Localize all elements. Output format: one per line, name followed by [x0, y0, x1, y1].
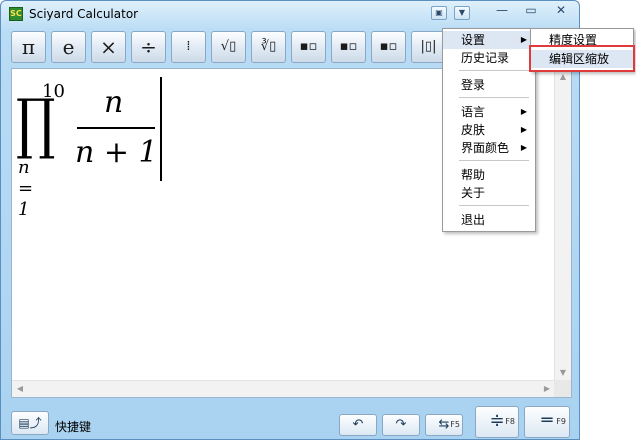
menu-item-login[interactable]: 登录 [443, 76, 535, 94]
menu-item-help[interactable]: 帮助 [443, 166, 535, 184]
scroll-right-icon[interactable]: ▶ [539, 381, 555, 397]
app-icon: SC [9, 7, 23, 21]
menu-item-settings[interactable]: 设置 ▶ [443, 31, 535, 49]
menu-item-language[interactable]: 语言 ▶ [443, 103, 535, 121]
submenu-arrow-icon: ▶ [520, 125, 527, 134]
redo-button[interactable]: ↷ [382, 414, 420, 436]
menu-item-skin[interactable]: 皮肤 ▶ [443, 121, 535, 139]
scroll-down-icon[interactable]: ▼ [555, 365, 571, 381]
scroll-left-icon[interactable]: ◀ [12, 381, 28, 397]
denominator: n + 1 [75, 135, 158, 170]
minimize-icon[interactable]: — [488, 2, 516, 20]
equals-icon: ═ [541, 410, 553, 431]
vertical-scrollbar[interactable]: ▲ ▼ [554, 69, 571, 381]
window-title: Sciyard Calculator [29, 7, 139, 21]
dropdown-icon[interactable]: ▼ [454, 6, 470, 20]
save-icon[interactable]: ▣ [431, 6, 447, 20]
menu-item-history[interactable]: 历史记录 [443, 49, 535, 67]
pi-button[interactable]: π [11, 31, 46, 63]
menu-item-label: 设置 [461, 33, 486, 47]
horizontal-scrollbar[interactable]: ◀ ▶ [12, 380, 555, 397]
menu-item-label: 界面颜色 [461, 141, 510, 155]
menu-item-label: 帮助 [461, 168, 486, 182]
menu-item-exit[interactable]: 退出 [443, 211, 535, 229]
submenu-arrow-icon: ▶ [520, 35, 527, 44]
f9-key-label: F9 [556, 417, 566, 426]
approx-f8-button[interactable]: ≑ F8 [475, 406, 519, 438]
maximize-icon[interactable]: ▭ [517, 2, 545, 20]
absolute-value-button[interactable]: |▯| [411, 31, 446, 63]
multiply-button[interactable]: × [91, 31, 126, 63]
menu-item-label: 登录 [461, 78, 486, 92]
e-constant-button[interactable]: e [51, 31, 86, 63]
equals-f9-button[interactable]: ═ F9 [524, 406, 570, 438]
swap-icon: ⇆ [438, 417, 450, 432]
square-root-button[interactable]: √▯ [211, 31, 246, 63]
fraction-button[interactable]: ⁞ [171, 31, 206, 63]
scroll-corner [554, 380, 571, 397]
submenu-arrow-icon: ▶ [520, 143, 527, 152]
highlight-annotation [529, 45, 635, 72]
text-cursor [160, 77, 162, 181]
nth-root-button[interactable]: ∛▯ [251, 31, 286, 63]
menu-item-label: 退出 [461, 213, 486, 227]
keyboard-shortcut-icon: ▤⤴ [18, 416, 42, 430]
main-menu: 设置 ▶ 历史记录 登录 语言 ▶ 皮肤 ▶ 界面颜色 ▶ 帮助 关于 退出 [442, 28, 536, 232]
undo-button[interactable]: ↶ [339, 414, 377, 436]
menu-item-interface-color[interactable]: 界面颜色 ▶ [443, 139, 535, 157]
fraction-eval-icon: ≑ [489, 410, 505, 431]
f8-key-label: F8 [505, 417, 515, 426]
shortcut-label: 快捷键 [55, 420, 92, 434]
menu-item-label: 语言 [461, 105, 486, 119]
shortcut-keys-button[interactable]: ▤⤴ [11, 411, 49, 435]
menu-divider [459, 70, 529, 71]
subscript-button[interactable]: ▪▫ [331, 31, 366, 63]
bottom-bar: ▤⤴ 快捷键 ↶ ↷ ⇆ F5 ≑ F8 ═ F9 [1, 405, 579, 439]
product-operator: ∏ [16, 85, 56, 162]
superscript-button[interactable]: ▪▫ [291, 31, 326, 63]
menu-divider [459, 97, 529, 98]
swap-f5-button[interactable]: ⇆ F5 [425, 414, 463, 436]
numerator: n [104, 85, 124, 120]
redo-icon: ↷ [395, 417, 407, 432]
title-bar[interactable]: SC Sciyard Calculator ▣ ▼ — ▭ ✕ [1, 1, 579, 27]
f5-key-label: F5 [450, 420, 460, 429]
undo-icon: ↶ [352, 417, 364, 432]
fraction-bar [77, 127, 155, 129]
divide-button[interactable]: ÷ [131, 31, 166, 63]
close-icon[interactable]: ✕ [547, 2, 575, 20]
menu-item-label: 关于 [461, 186, 486, 200]
menu-item-label: 皮肤 [461, 123, 486, 137]
menu-item-label: 历史记录 [461, 51, 510, 65]
sub-superscript-button[interactable]: ▪▫ [371, 31, 406, 63]
menu-divider [459, 205, 529, 206]
menu-item-about[interactable]: 关于 [443, 184, 535, 202]
lower-limit: n = 1 [18, 157, 34, 220]
submenu-arrow-icon: ▶ [520, 107, 527, 116]
menu-divider [459, 160, 529, 161]
